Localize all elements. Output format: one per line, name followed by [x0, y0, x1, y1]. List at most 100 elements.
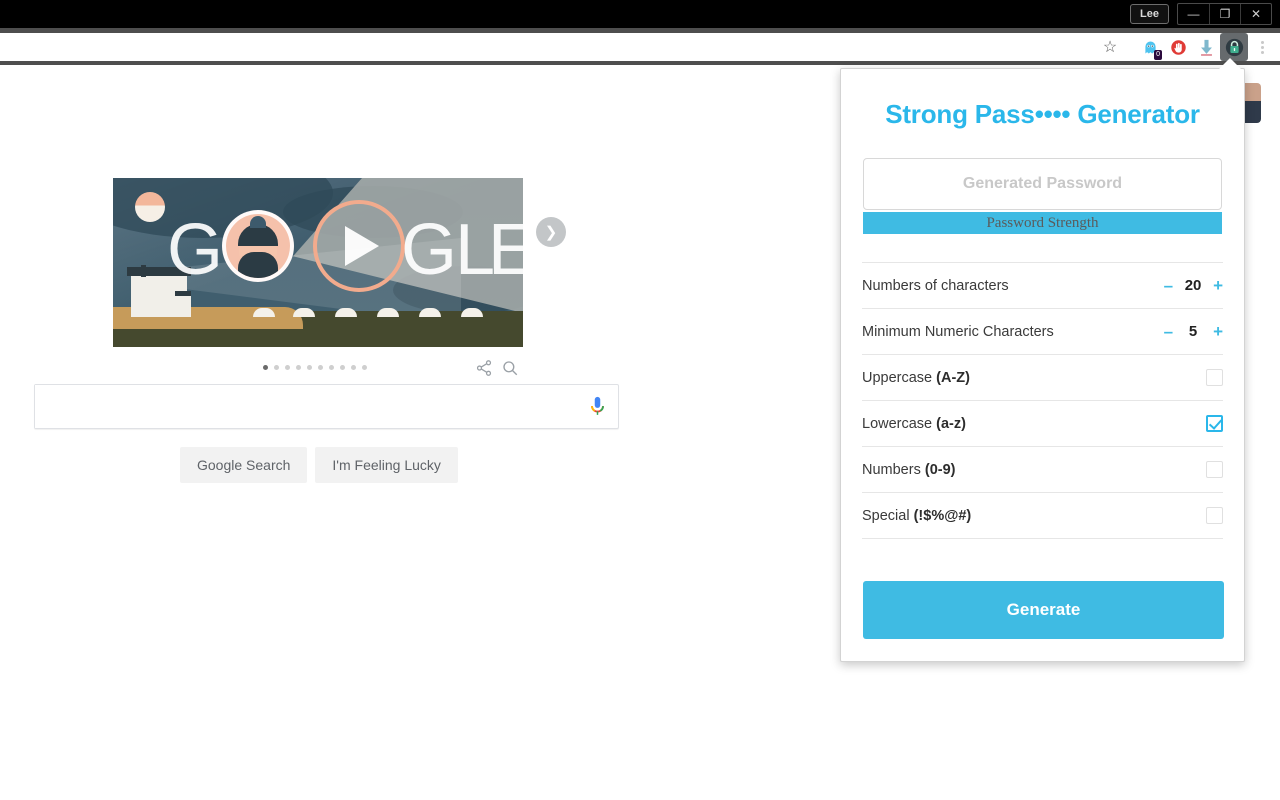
doodle-letter-e: E	[488, 210, 523, 290]
characters-stepper: – 20 +	[1164, 277, 1223, 294]
mic-glyph	[590, 396, 604, 415]
option-label-text: Uppercase	[862, 369, 937, 386]
browser-menu-button[interactable]	[1248, 33, 1276, 61]
feeling-lucky-button[interactable]: I'm Feeling Lucky	[315, 447, 458, 483]
numeric-stepper: – 5 +	[1164, 323, 1223, 340]
option-label: Special (!$%@#)	[862, 508, 971, 524]
special-checkbox[interactable]	[1206, 507, 1223, 524]
option-row-minimum-numeric-characters: Minimum Numeric Characters – 5 +	[862, 309, 1223, 355]
option-label: Numbers of characters	[862, 277, 1009, 294]
carousel-dot[interactable]	[340, 365, 345, 370]
adblock-extension-icon[interactable]	[1164, 33, 1192, 61]
doodle-artwork: G G L E	[113, 178, 523, 347]
maximize-button[interactable]: ❐	[1209, 4, 1240, 24]
decrement-characters-button[interactable]: –	[1164, 277, 1173, 294]
doodle-next-button[interactable]: ❯	[536, 217, 566, 247]
password-strength-bar: Password Strength	[863, 212, 1222, 234]
doodle-portrait	[222, 210, 294, 282]
toolbar-actions: ☆ 0	[1096, 33, 1280, 61]
bookmark-star-icon[interactable]: ☆	[1096, 33, 1124, 61]
characters-value: 20	[1184, 277, 1202, 294]
option-label: Numbers (0-9)	[862, 462, 955, 478]
profile-button[interactable]: Lee	[1130, 4, 1169, 24]
option-row-special[interactable]: Special (!$%@#)	[862, 493, 1223, 539]
page-title: Strong Pass•••• Generator	[885, 99, 1200, 129]
down-arrow-icon	[1200, 39, 1212, 56]
wave-shape	[335, 308, 357, 317]
lowercase-checkbox[interactable]	[1206, 415, 1223, 432]
wave-shape	[461, 308, 483, 317]
doodle-letter-g2: G	[401, 210, 458, 290]
options-list: Numbers of characters – 20 + Minimum Num…	[862, 262, 1223, 539]
password-generator-extension-icon[interactable]	[1220, 33, 1248, 61]
carousel-dot[interactable]	[296, 365, 301, 370]
generated-password-field[interactable]	[863, 158, 1222, 210]
play-triangle-icon	[345, 226, 379, 266]
numeric-value: 5	[1188, 323, 1198, 340]
option-label-text: Special	[862, 507, 914, 524]
carousel-dot[interactable]	[307, 365, 312, 370]
wave-shape	[293, 308, 315, 317]
uppercase-checkbox[interactable]	[1206, 369, 1223, 386]
increment-numeric-button[interactable]: +	[1213, 323, 1223, 340]
option-row-numbers-of-characters: Numbers of characters – 20 +	[862, 263, 1223, 309]
wave-shape	[419, 308, 441, 317]
option-label-range: (0-9)	[924, 461, 956, 478]
stop-hand-icon	[1170, 39, 1186, 55]
option-row-lowercase[interactable]: Lowercase (a-z)	[862, 401, 1223, 447]
ghostery-extension-icon[interactable]: 0	[1136, 33, 1164, 61]
decrement-numeric-button[interactable]: –	[1164, 323, 1173, 340]
window-controls: — ❐ ✕	[1177, 3, 1272, 25]
moon-icon	[135, 192, 165, 222]
kebab-icon	[1260, 40, 1264, 54]
generate-button[interactable]: Generate	[863, 581, 1224, 639]
doodle-search-icon[interactable]	[501, 359, 519, 382]
google-doodle[interactable]: G G L E	[113, 178, 523, 347]
body-shape	[238, 252, 278, 278]
password-generator-popup: Strong Pass•••• Generator Password Stren…	[840, 68, 1245, 662]
carousel-dot[interactable]	[329, 365, 334, 370]
google-search-button[interactable]: Google Search	[180, 447, 308, 483]
chimney-shape	[141, 265, 146, 277]
hat-shape	[250, 216, 266, 228]
option-label: Uppercase (A-Z)	[862, 370, 970, 386]
window-titlebar: Lee — ❐ ✕	[0, 0, 1280, 28]
doodle-carousel-dots[interactable]	[263, 365, 367, 370]
minimize-button[interactable]: —	[1178, 4, 1209, 24]
wave-shape	[253, 308, 275, 317]
carousel-dot[interactable]	[351, 365, 356, 370]
carousel-dot[interactable]	[318, 365, 323, 370]
download-icon[interactable]	[1192, 33, 1220, 61]
browser-toolbar: ☆ 0	[0, 28, 1280, 65]
lighthouse-tower	[175, 291, 191, 317]
google-search-box[interactable]	[34, 384, 619, 429]
ghostery-badge-count: 0	[1154, 50, 1162, 60]
share-icon[interactable]	[475, 359, 493, 382]
close-button[interactable]: ✕	[1240, 4, 1271, 24]
option-label-text: Numbers	[862, 461, 925, 478]
padlock-icon	[1225, 38, 1243, 56]
carousel-dot[interactable]	[362, 365, 367, 370]
option-row-numbers[interactable]: Numbers (0-9)	[862, 447, 1223, 493]
increment-characters-button[interactable]: +	[1213, 277, 1223, 294]
microphone-icon[interactable]	[576, 396, 618, 418]
carousel-dot[interactable]	[274, 365, 279, 370]
option-label-range: (A-Z)	[936, 369, 970, 386]
star-glyph: ☆	[1102, 39, 1118, 56]
carousel-dot[interactable]	[285, 365, 290, 370]
search-input[interactable]	[35, 385, 576, 428]
popup-pointer	[1219, 58, 1241, 69]
option-label-range: (!$%@#)	[913, 507, 972, 524]
google-action-buttons: Google Search I'm Feeling Lucky	[180, 447, 458, 483]
option-label: Lowercase (a-z)	[862, 416, 966, 432]
option-label: Minimum Numeric Characters	[862, 323, 1054, 340]
option-row-uppercase[interactable]: Uppercase (A-Z)	[862, 355, 1223, 401]
option-label-text: Lowercase	[862, 415, 937, 432]
option-label-range: (a-z)	[936, 415, 966, 432]
doodle-letter-g1: G	[167, 210, 224, 290]
carousel-dot[interactable]	[263, 365, 268, 370]
doodle-footer	[113, 359, 523, 381]
generated-password-input[interactable]	[864, 159, 1221, 209]
wave-shape	[377, 308, 399, 317]
numbers-checkbox[interactable]	[1206, 461, 1223, 478]
